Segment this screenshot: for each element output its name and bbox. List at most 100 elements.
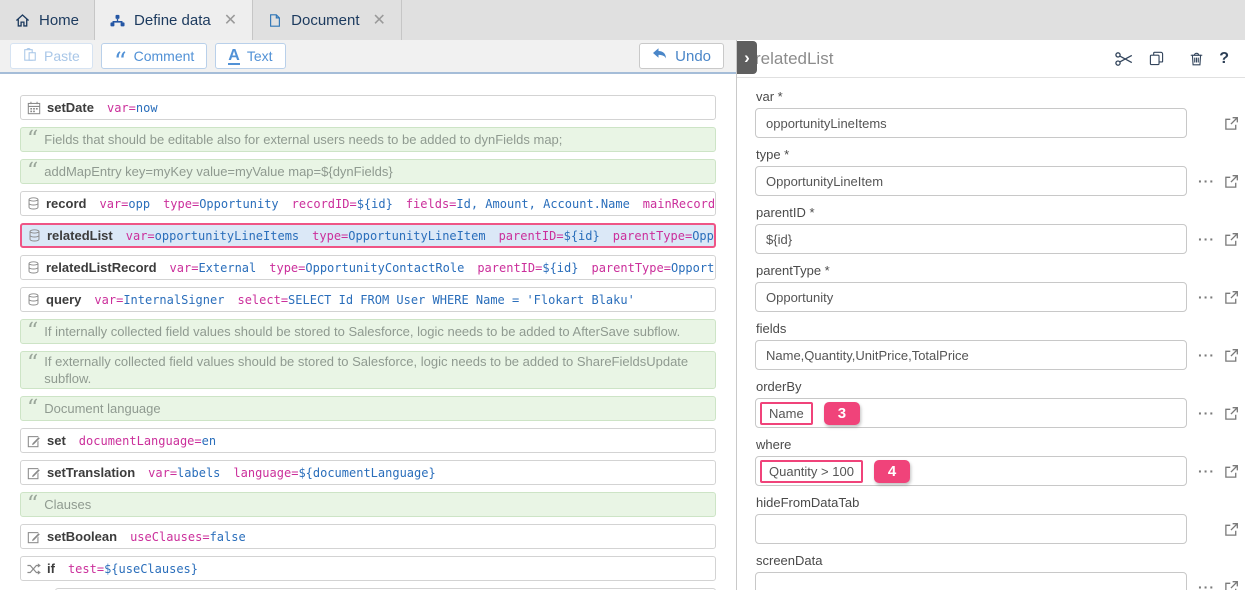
external-link-icon[interactable] [1224, 580, 1239, 590]
more-options-icon[interactable]: ··· [1198, 231, 1215, 247]
external-link-icon[interactable] [1224, 522, 1239, 537]
document-icon [268, 13, 282, 28]
field-input-hideFromDataTab[interactable] [755, 514, 1187, 544]
if-command-row[interactable]: if test=${useClauses} [20, 556, 716, 581]
quote-icon: “ [27, 162, 38, 168]
command-argument: test=${useClauses} [68, 562, 198, 576]
paste-icon [23, 47, 37, 65]
inspector-panel: relatedList ? var * opportunityLineItems t… [737, 40, 1245, 590]
tab-document-label: Document [291, 12, 359, 29]
command-argument: fields=Id, Amount, Account.Name [406, 197, 630, 211]
inspector-fields: var * opportunityLineItems type * Opportuni… [737, 78, 1245, 590]
comment-row[interactable]: “Fields that should be editable also for… [20, 127, 716, 152]
field-input-orderBy[interactable]: Name3 [755, 398, 1187, 428]
field-where: where Quantity > 1004 ··· [755, 437, 1239, 486]
chevron-right-icon: › [744, 48, 750, 68]
field-value: ${id} [766, 232, 792, 247]
cut-icon[interactable] [1115, 52, 1133, 66]
text-button[interactable]: A Text [215, 43, 285, 69]
relatedListRecord-command-row[interactable]: relatedListRecordvar=Externaltype=Opport… [20, 255, 716, 280]
quote-icon: “ [27, 354, 38, 360]
tab-define-data[interactable]: Define data ✕ [95, 0, 253, 40]
inspector-header: relatedList ? [737, 40, 1245, 78]
external-link-icon[interactable] [1224, 290, 1239, 305]
copy-icon[interactable] [1149, 51, 1164, 66]
paste-label: Paste [44, 48, 80, 64]
command-argument: useClauses=false [130, 530, 246, 544]
command-argument: var=now [107, 101, 158, 115]
external-link-icon[interactable] [1224, 232, 1239, 247]
command-name: setDate [47, 100, 94, 115]
external-link-icon[interactable] [1224, 406, 1239, 421]
command-list: setDate var=now “Fields that should be edi… [0, 74, 736, 590]
command-name: if [47, 561, 55, 576]
field-input-screenData[interactable] [755, 572, 1187, 590]
command-name: set [47, 433, 66, 448]
field-label-where: where [756, 437, 1239, 452]
comment-row[interactable]: “addMapEntry key=myKey value=myValue map… [20, 159, 716, 184]
command-name: relatedList [47, 228, 113, 243]
close-icon[interactable]: ✕ [224, 10, 237, 30]
comment-row[interactable]: “ If internally collected field values sh… [20, 319, 716, 344]
record-command-row[interactable]: recordvar=opptype=OpportunityrecordID=${… [20, 191, 716, 216]
paste-button[interactable]: Paste [10, 43, 93, 69]
undo-icon [652, 46, 668, 66]
more-options-icon[interactable]: ··· [1198, 405, 1215, 421]
more-options-icon[interactable]: ··· [1198, 579, 1215, 590]
field-input-type[interactable]: OpportunityLineItem [755, 166, 1187, 196]
help-icon[interactable]: ? [1219, 50, 1229, 68]
close-icon[interactable]: ✕ [373, 10, 386, 30]
command-argument: language=${documentLanguage} [233, 466, 435, 480]
comment-text: If internally collected field values sho… [44, 323, 680, 340]
external-link-icon[interactable] [1224, 174, 1239, 189]
database-icon [27, 197, 40, 210]
comment-row[interactable]: “Clauses [20, 492, 716, 517]
command-argument: documentLanguage=en [79, 434, 216, 448]
more-options-icon[interactable]: ··· [1198, 289, 1215, 305]
tab-document[interactable]: Document ✕ [253, 0, 402, 40]
command-name: setTranslation [47, 465, 135, 480]
field-value: OpportunityLineItem [766, 174, 883, 189]
database-icon [27, 261, 40, 274]
edit-icon [27, 434, 41, 448]
more-options-icon[interactable]: ··· [1198, 463, 1215, 479]
more-options-icon[interactable]: ··· [1198, 347, 1215, 363]
relatedList-command-row[interactable]: relatedListvar=opportunityLineItemstype=… [20, 223, 716, 248]
app-window: Home Define data ✕ Document ✕ Paste “ Co… [0, 0, 1245, 590]
external-link-icon[interactable] [1224, 464, 1239, 479]
delete-icon[interactable] [1190, 51, 1203, 66]
field-fields: fieldsName,Quantity,UnitPrice,TotalPrice… [755, 321, 1239, 370]
more-options-icon[interactable]: ··· [1198, 173, 1215, 189]
comment-text: Document language [44, 400, 160, 417]
quote-icon: “ [27, 495, 38, 501]
setBoolean-command-row[interactable]: setBooleanuseClauses=false [20, 524, 716, 549]
tab-home[interactable]: Home [0, 0, 95, 40]
undo-button[interactable]: Undo [639, 43, 724, 69]
field-input-fields[interactable]: Name,Quantity,UnitPrice,TotalPrice [755, 340, 1187, 370]
field-label-var: var * [756, 89, 1239, 104]
field-input-where[interactable]: Quantity > 1004 [755, 456, 1187, 486]
field-hideFromDataTab: hideFromDataTab [755, 495, 1239, 544]
setTranslation-command-row[interactable]: setTranslationvar=labelslanguage=${docum… [20, 460, 716, 485]
query-command-row[interactable]: queryvar=InternalSignerselect=SELECT Id … [20, 287, 716, 312]
field-input-var[interactable]: opportunityLineItems [755, 108, 1187, 138]
field-var: var * opportunityLineItems [755, 89, 1239, 138]
command-argument: parentType=Opportunity [591, 261, 716, 275]
field-parentType: parentType *Opportunity··· [755, 263, 1239, 312]
comment-text: If externally collected field values sho… [44, 353, 707, 387]
field-screenData: screenData··· [755, 553, 1239, 590]
comment-button[interactable]: “ Comment [101, 43, 207, 69]
command-argument: select=SELECT Id FROM User WHERE Name = … [237, 293, 634, 307]
setDate-command-row[interactable]: setDate var=now [20, 95, 716, 120]
comment-row[interactable]: “Document language [20, 396, 716, 421]
set-command-row[interactable]: set documentLanguage=en [20, 428, 716, 453]
comment-row[interactable]: “ If externally collected field values sh… [20, 351, 716, 389]
field-label-type: type * [756, 147, 1239, 162]
editor-toolbar: Paste “ Comment A Text Undo [0, 40, 736, 74]
external-link-icon[interactable] [1224, 348, 1239, 363]
collapse-panel-button[interactable]: › [737, 41, 757, 74]
external-link-icon[interactable] [1224, 116, 1239, 131]
field-input-parentID[interactable]: ${id} [755, 224, 1187, 254]
quote-icon: “ [27, 322, 38, 328]
field-input-parentType[interactable]: Opportunity [755, 282, 1187, 312]
